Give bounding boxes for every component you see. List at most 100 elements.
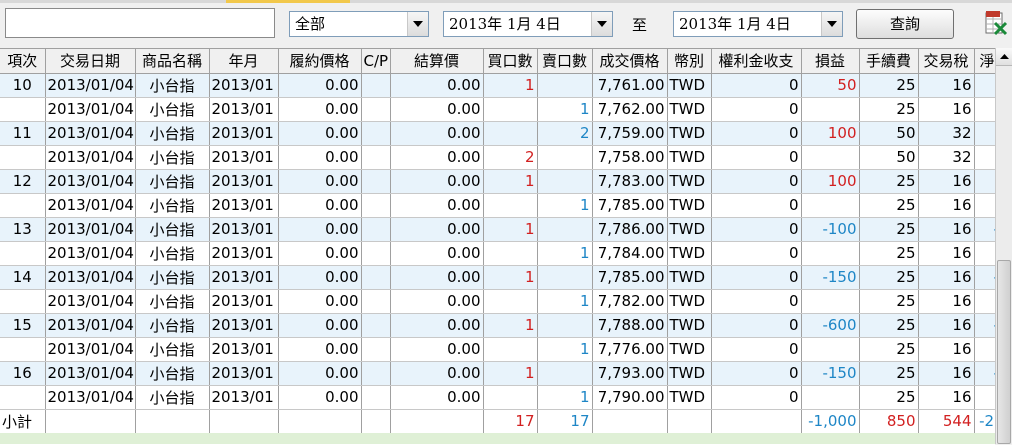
header-sell[interactable]: 賣口數 (537, 49, 593, 74)
cell-pnl: -150 (801, 361, 860, 386)
cell-seq: 14 (0, 265, 46, 290)
header-fee[interactable]: 手續費 (859, 49, 919, 74)
cell-premium: 0 (711, 337, 802, 362)
cell-buy: 1 (483, 169, 538, 194)
cell-product: 小台指 (135, 289, 210, 314)
cell-ym: 2013/01 (209, 265, 279, 290)
subtotal-empty-cell (209, 409, 279, 434)
cell-seq (0, 337, 46, 362)
table-row[interactable]: 2013/01/04 小台指 2013/01 0.00 0.00 1 7,776.00 TWD… (0, 337, 995, 362)
cell-ccy: TWD (667, 313, 712, 338)
table-row[interactable]: 14 2013/01/04 小台指 2013/01 0.00 0.00 1 7,785.00 T… (0, 265, 995, 290)
subtotal-empty-cell (711, 409, 802, 434)
table-row[interactable]: 13 2013/01/04 小台指 2013/01 0.00 0.00 1 7,786.00 T… (0, 217, 995, 242)
cell-product: 小台指 (135, 145, 210, 170)
subtotal-row: 小計 1717 -1,000850544-2,394 (0, 409, 995, 434)
cell-date: 2013/01/04 (45, 385, 136, 410)
account-input[interactable] (5, 8, 275, 38)
cell-pnl: -100 (801, 217, 860, 242)
cell-buy: 1 (483, 73, 538, 98)
cell-net: 18 (974, 169, 995, 194)
date-from-picker[interactable]: 2013年 1月 4日 (443, 11, 613, 37)
cell-product: 小台指 (135, 169, 210, 194)
cell-ym: 2013/01 (209, 361, 279, 386)
excel-export-icon[interactable] (984, 10, 1008, 36)
active-tab-indicator[interactable] (226, 0, 350, 3)
scroll-up-arrow-icon[interactable] (996, 48, 1012, 66)
date-to-value: 2013年 1月 4日 (679, 15, 791, 33)
cell-net: -182 (974, 217, 995, 242)
cell-tax: 16 (918, 217, 975, 242)
date-to-picker[interactable]: 2013年 1月 4日 (673, 11, 843, 37)
header-seq[interactable]: 項次 (0, 49, 46, 74)
table-row[interactable]: 12 2013/01/04 小台指 2013/01 0.00 0.00 1 7,783.00 T… (0, 169, 995, 194)
cell-settle: 0.00 (390, 361, 484, 386)
table-row[interactable]: 2013/01/04 小台指 2013/01 0.00 0.00 2 7,758.00 TWD… (0, 145, 995, 170)
cell-cp (361, 385, 391, 410)
header-tax[interactable]: 交易稅 (918, 49, 975, 74)
header-strike[interactable]: 履約價格 (278, 49, 362, 74)
table-body: 10 2013/01/04 小台指 2013/01 0.00 0.00 1 7,761.00 T… (0, 73, 995, 434)
cell-seq: 12 (0, 169, 46, 194)
table-row[interactable]: 11 2013/01/04 小台指 2013/01 0.00 0.00 2 7,759.00 T… (0, 121, 995, 146)
header-currency[interactable]: 幣別 (667, 49, 712, 74)
subtotal-empty-cell (592, 409, 668, 434)
cell-ym: 2013/01 (209, 145, 279, 170)
cell-ccy: TWD (667, 385, 712, 410)
cell-price: 7,786.00 (592, 217, 668, 242)
table-row[interactable]: 2013/01/04 小台指 2013/01 0.00 0.00 1 7,784.00 TWD… (0, 241, 995, 266)
table-row[interactable]: 15 2013/01/04 小台指 2013/01 0.00 0.00 1 7,788.00 T… (0, 313, 995, 338)
table-row[interactable]: 10 2013/01/04 小台指 2013/01 0.00 0.00 1 7,761.00 T… (0, 73, 995, 98)
header-settle[interactable]: 結算價 (390, 49, 484, 74)
header-product[interactable]: 商品名稱 (135, 49, 210, 74)
cell-premium: 0 (711, 145, 802, 170)
header-cp[interactable]: C/P (361, 49, 391, 74)
header-premium[interactable]: 權利金收支 (711, 49, 802, 74)
table-row[interactable]: 2013/01/04 小台指 2013/01 0.00 0.00 1 7,762.00 TWD… (0, 97, 995, 122)
cell-strike: 0.00 (278, 241, 362, 266)
header-net[interactable]: 淨損益 (974, 49, 995, 74)
header-buy[interactable]: 買口數 (483, 49, 538, 74)
header-pnl[interactable]: 損益 (801, 49, 860, 74)
cell-ccy: TWD (667, 289, 712, 314)
cell-tax: 16 (918, 241, 975, 266)
cell-sell (537, 73, 593, 98)
cell-fee: 50 (859, 145, 919, 170)
cell-ccy: TWD (667, 361, 712, 386)
cell-strike: 0.00 (278, 289, 362, 314)
header-yearmonth[interactable]: 年月 (209, 49, 279, 74)
table-row[interactable]: 2013/01/04 小台指 2013/01 0.00 0.00 1 7,790.00 TWD… (0, 385, 995, 410)
scrollbar-thumb[interactable] (997, 260, 1011, 444)
cell-product: 小台指 (135, 73, 210, 98)
cell-price: 7,785.00 (592, 193, 668, 218)
cell-buy (483, 241, 538, 266)
cell-cp (361, 169, 391, 194)
cell-pnl: 100 (801, 169, 860, 194)
query-button[interactable]: 查詢 (856, 9, 954, 39)
cell-sell: 2 (537, 121, 593, 146)
cell-strike: 0.00 (278, 361, 362, 386)
vertical-scrollbar[interactable] (995, 48, 1012, 444)
table-row[interactable]: 2013/01/04 小台指 2013/01 0.00 0.00 1 7,782.00 TWD… (0, 289, 995, 314)
table-row[interactable]: 2013/01/04 小台指 2013/01 0.00 0.00 1 7,785.00 TWD… (0, 193, 995, 218)
cell-ccy: TWD (667, 121, 712, 146)
cell-pnl (801, 193, 860, 218)
chevron-down-icon[interactable] (591, 12, 612, 36)
table-row[interactable]: 16 2013/01/04 小台指 2013/01 0.00 0.00 1 7,793.00 T… (0, 361, 995, 386)
cell-strike: 0.00 (278, 385, 362, 410)
cell-product: 小台指 (135, 361, 210, 386)
header-date[interactable]: 交易日期 (45, 49, 136, 74)
chevron-down-icon[interactable] (407, 12, 428, 36)
cell-sell (537, 145, 593, 170)
cell-buy (483, 97, 538, 122)
cell-net (974, 193, 995, 218)
chevron-down-icon[interactable] (821, 12, 842, 36)
subtotal-empty-cell (361, 409, 391, 434)
cell-sell: 1 (537, 193, 593, 218)
category-select[interactable]: 全部 (289, 11, 429, 37)
cell-settle: 0.00 (390, 73, 484, 98)
subtotal-empty-cell (278, 409, 362, 434)
header-price[interactable]: 成交價格 (592, 49, 668, 74)
cell-ccy: TWD (667, 97, 712, 122)
cell-premium: 0 (711, 265, 802, 290)
